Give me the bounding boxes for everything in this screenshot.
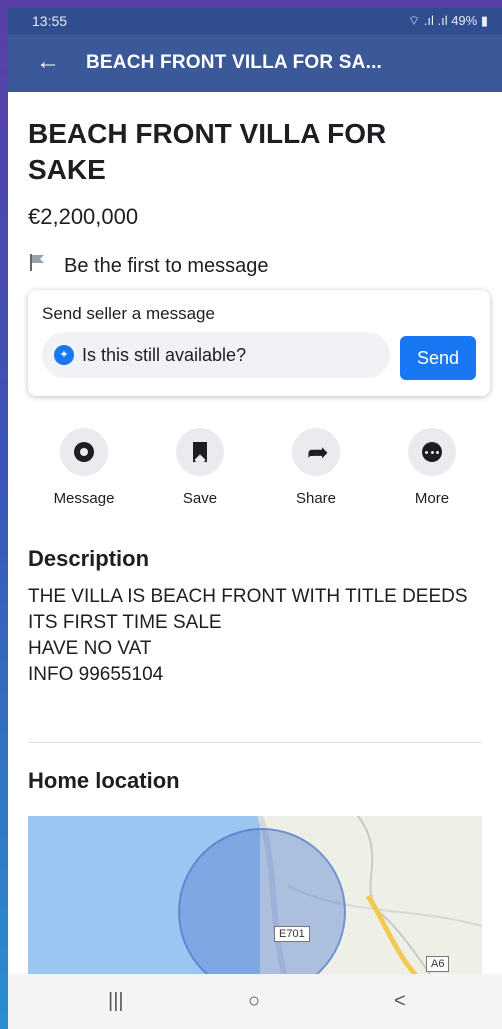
location-map[interactable]: E701 A6 <box>28 816 482 996</box>
road-label-a6: A6 <box>426 956 450 972</box>
recents-icon[interactable]: ||| <box>108 990 124 1013</box>
message-input[interactable]: ✦ Is this still available? <box>42 332 390 378</box>
send-button[interactable]: Send <box>400 336 476 380</box>
description-line: ITS FIRST TIME SALE <box>28 612 222 633</box>
app-bar: ← BEACH FRONT VILLA FOR SA... <box>8 34 502 92</box>
description-line: INFO 99655104 <box>28 664 164 685</box>
send-message-card: Send seller a message ✦ Is this still av… <box>28 290 490 396</box>
share-icon[interactable]: ➦ <box>292 428 340 476</box>
messenger-icon: ✦ <box>54 345 74 365</box>
back-arrow-icon[interactable]: ← <box>36 48 60 76</box>
android-nav-bar: ||| ○ < <box>8 974 502 1029</box>
description-line: HAVE NO VAT <box>28 638 152 659</box>
send-message-label: Send seller a message <box>42 304 215 323</box>
share-action[interactable]: ➦ Share <box>266 428 366 507</box>
app-bar-title: BEACH FRONT VILLA FOR SA... <box>86 52 383 73</box>
location-radius-circle <box>178 828 346 996</box>
bookmark-icon[interactable] <box>176 428 224 476</box>
description-heading: Description <box>28 546 150 571</box>
flag-icon <box>28 252 52 278</box>
description-line: THE VILLA IS BEACH FRONT WITH TITLE DEED… <box>28 586 468 607</box>
first-message-note: Be the first to message <box>28 252 269 278</box>
message-action-label: Message <box>53 490 115 507</box>
save-action[interactable]: Save <box>150 428 250 507</box>
more-action[interactable]: More <box>382 428 482 507</box>
description-text: THE VILLA IS BEACH FRONT WITH TITLE DEED… <box>28 584 482 688</box>
messenger-icon[interactable] <box>60 428 108 476</box>
action-row: Message Save ➦ Share More <box>8 412 502 512</box>
save-action-label: Save <box>182 490 218 507</box>
more-action-label: More <box>414 490 450 507</box>
share-action-label: Share <box>295 490 337 507</box>
status-bar: 13:55 ⌔ .ıl .ıl 49% ▮ <box>8 8 502 34</box>
status-time: 13:55 <box>32 13 68 29</box>
home-location-heading: Home location <box>28 768 180 793</box>
nav-back-icon[interactable]: < <box>394 990 406 1013</box>
status-indicators: ⌔ .ıl .ıl 49% ▮ <box>407 13 488 28</box>
home-icon[interactable]: ○ <box>248 990 260 1013</box>
listing-price: €2,200,000 <box>28 204 139 229</box>
road-label-e701: E701 <box>274 926 310 942</box>
more-icon[interactable] <box>408 428 456 476</box>
section-divider <box>28 742 482 743</box>
message-input-value[interactable]: Is this still available? <box>82 345 246 366</box>
message-action[interactable]: Message <box>34 428 134 507</box>
phone-screen: 13:55 ⌔ .ıl .ıl 49% ▮ ← BEACH FRONT VILL… <box>8 8 502 1029</box>
first-message-text: Be the first to message <box>64 255 269 277</box>
listing-title: BEACH FRONT VILLA FOR SAKE <box>28 118 387 185</box>
